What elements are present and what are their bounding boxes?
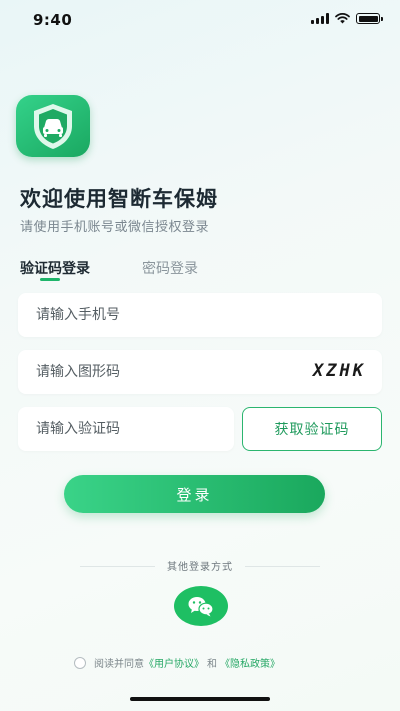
login-button[interactable]: 登录 <box>64 475 325 513</box>
agreement-conjunction: 和 <box>207 659 217 670</box>
privacy-policy-link[interactable]: 《隐私政策》 <box>220 655 280 670</box>
divider-right <box>245 566 320 567</box>
status-icons <box>311 13 383 24</box>
agreement-prefix: 阅读并同意 <box>94 659 144 670</box>
wechat-icon <box>188 597 214 617</box>
status-bar: 9:40 <box>0 0 400 40</box>
cellular-signal-icon <box>311 13 329 24</box>
status-time: 9:40 <box>33 11 73 29</box>
car-shield-icon <box>34 104 72 149</box>
active-tab-indicator <box>40 278 60 281</box>
battery-icon <box>356 13 383 24</box>
sms-code-field-container <box>18 407 234 451</box>
agreement-row: 阅读并同意 《用户协议》 和 《隐私政策》 <box>74 655 280 670</box>
welcome-subtitle: 请使用手机账号或微信授权登录 <box>20 220 210 235</box>
welcome-title: 欢迎使用智断车保姆 <box>20 187 218 211</box>
wifi-icon <box>335 13 350 24</box>
sms-code-input[interactable] <box>18 407 234 451</box>
user-agreement-link[interactable]: 《用户协议》 <box>144 655 204 670</box>
home-indicator <box>130 697 270 701</box>
captcha-field-container: XZHK <box>18 350 382 394</box>
agreement-checkbox[interactable] <box>74 656 86 669</box>
other-login-label: 其他登录方式 <box>167 562 233 573</box>
phone-input[interactable] <box>18 293 382 337</box>
get-code-button[interactable]: 获取验证码 <box>242 407 382 451</box>
phone-field-container <box>18 293 382 337</box>
app-logo <box>16 95 90 157</box>
wechat-login-button[interactable] <box>174 586 228 626</box>
captcha-image[interactable]: XZHK <box>313 361 366 381</box>
tab-password-login[interactable]: 密码登录 <box>142 258 198 278</box>
tab-sms-login[interactable]: 验证码登录 <box>20 258 90 278</box>
